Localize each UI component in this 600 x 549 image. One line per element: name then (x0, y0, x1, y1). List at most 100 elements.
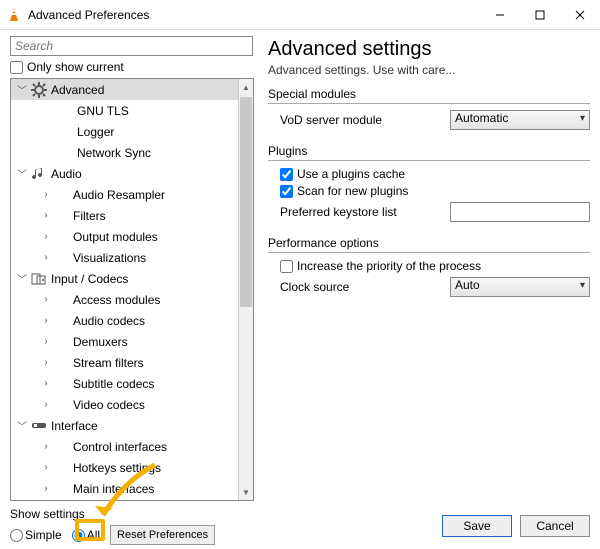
group-performance: Performance options Increase the priorit… (268, 236, 590, 301)
minimize-button[interactable] (480, 0, 520, 29)
tree-item-label: Advanced (51, 83, 104, 97)
tree-item-sfilters[interactable]: › Stream filters (11, 352, 238, 373)
page-title: Advanced settings (268, 38, 590, 61)
tree-item-logger[interactable]: Logger (11, 121, 238, 142)
scroll-up-button[interactable]: ▲ (239, 79, 253, 95)
window-buttons (480, 0, 600, 29)
only-show-current-checkbox[interactable]: Only show current (10, 60, 254, 74)
reset-preferences-button[interactable]: Reset Preferences (110, 525, 215, 545)
chevron-right-icon[interactable]: › (41, 232, 51, 242)
tree-item-ctrlif[interactable]: › Control interfaces (11, 436, 238, 457)
only-show-current-label: Only show current (27, 60, 124, 74)
tree-item-label: Output modules (73, 230, 158, 244)
tree-item-label: Logger (77, 125, 114, 139)
tree-item-netsync[interactable]: Network Sync (11, 142, 238, 163)
tree-item-filters[interactable]: › Filters (11, 205, 238, 226)
tree-item-label: Visualizations (73, 251, 146, 265)
increase-priority-checkbox[interactable]: Increase the priority of the process (280, 259, 590, 273)
vod-label: VoD server module (280, 113, 450, 127)
iface-icon (31, 418, 47, 434)
tree-item-resampler[interactable]: › Audio Resampler (11, 184, 238, 205)
tree-item-label: Stream filters (73, 356, 144, 370)
page-subtitle: Advanced settings. Use with care... (268, 63, 590, 77)
tree-item-label: GNU TLS (77, 104, 129, 118)
group-title-plugins: Plugins (268, 144, 590, 161)
save-button[interactable]: Save (442, 515, 512, 537)
settings-tree[interactable]: ﹀ Advanced GNU TLS Logger Network Sync ﹀ Audio… (10, 78, 254, 501)
chevron-right-icon[interactable]: › (41, 400, 51, 410)
tree-item-label: Video codecs (73, 398, 145, 412)
tree-item-label: Demuxers (73, 335, 128, 349)
chevron-down-icon[interactable]: ﹀ (17, 274, 27, 284)
clock-label: Clock source (280, 280, 450, 294)
tree-item-label: Control interfaces (73, 440, 167, 454)
tree-item-label: Audio codecs (73, 314, 145, 328)
tree-item-label: Hotkeys settings (73, 461, 161, 475)
search-input[interactable] (10, 36, 253, 56)
tree-item-hotkeys[interactable]: › Hotkeys settings (11, 457, 238, 478)
group-special-modules: Special modules VoD server module Automa… (268, 87, 590, 134)
tree-item-label: Input / Codecs (51, 272, 128, 286)
tree-item-demux[interactable]: › Demuxers (11, 331, 238, 352)
clock-select[interactable]: Auto (450, 277, 590, 297)
tree-scrollbar[interactable]: ▲ ▼ (238, 79, 253, 500)
chevron-right-icon[interactable]: › (41, 379, 51, 389)
tree-item-label: Audio (51, 167, 82, 181)
group-title-performance: Performance options (268, 236, 590, 253)
titlebar: Advanced Preferences (0, 0, 600, 30)
chevron-right-icon[interactable]: › (41, 295, 51, 305)
scroll-thumb[interactable] (240, 97, 252, 307)
chevron-right-icon[interactable]: › (41, 211, 51, 221)
chevron-down-icon[interactable]: ﹀ (17, 85, 27, 95)
tree-item-mainif[interactable]: › Main interfaces (11, 478, 238, 499)
keystore-input[interactable] (450, 202, 590, 222)
show-settings-label: Show settings (10, 507, 254, 521)
radio-simple[interactable]: Simple (10, 528, 62, 542)
tree-item-outmods[interactable]: › Output modules (11, 226, 238, 247)
use-plugins-cache-checkbox[interactable]: Use a plugins cache (280, 167, 590, 181)
group-plugins: Plugins Use a plugins cache Scan for new… (268, 144, 590, 226)
tree-item-label: Network Sync (77, 146, 151, 160)
right-pane: Advanced settings Advanced settings. Use… (258, 30, 600, 549)
chevron-right-icon[interactable]: › (41, 484, 51, 494)
tree-item-advanced[interactable]: ﹀ Advanced (11, 79, 238, 100)
chevron-right-icon[interactable]: › (41, 358, 51, 368)
tree-item-vcodec[interactable]: › Video codecs (11, 394, 238, 415)
tree-item-label: Interface (51, 419, 98, 433)
tree-item-playlist[interactable]: ﹀Playlist (11, 499, 238, 500)
left-pane: Only show current ﹀ Advanced GNU TLS Logger… (0, 30, 258, 549)
tree-item-vis[interactable]: › Visualizations (11, 247, 238, 268)
chevron-right-icon[interactable]: › (41, 337, 51, 347)
tree-item-label: Access modules (73, 293, 160, 307)
group-title-special: Special modules (268, 87, 590, 104)
chevron-down-icon[interactable]: ﹀ (17, 169, 27, 179)
close-button[interactable] (560, 0, 600, 29)
only-show-current-input[interactable] (10, 61, 23, 74)
chevron-right-icon[interactable]: › (41, 463, 51, 473)
tree-item-acodec[interactable]: › Audio codecs (11, 310, 238, 331)
chevron-right-icon[interactable]: › (41, 190, 51, 200)
gear-icon (31, 82, 47, 98)
chevron-right-icon[interactable]: › (41, 316, 51, 326)
tree-item-label: Main interfaces (73, 482, 154, 496)
vod-select[interactable]: Automatic (450, 110, 590, 130)
tree-item-label: Subtitle codecs (73, 377, 154, 391)
radio-all[interactable]: All (72, 528, 100, 542)
scan-new-plugins-checkbox[interactable]: Scan for new plugins (280, 184, 590, 198)
tree-item-subcodec[interactable]: › Subtitle codecs (11, 373, 238, 394)
tree-item-label: Filters (73, 209, 106, 223)
tree-item-iface[interactable]: ﹀ Interface (11, 415, 238, 436)
tree-item-gnutls[interactable]: GNU TLS (11, 100, 238, 121)
vlc-icon (6, 7, 22, 23)
chevron-down-icon[interactable]: ﹀ (17, 421, 27, 431)
tree-item-input[interactable]: ﹀ Input / Codecs (11, 268, 238, 289)
tree-item-access[interactable]: › Access modules (11, 289, 238, 310)
cancel-button[interactable]: Cancel (520, 515, 590, 537)
tree-item-label: Audio Resampler (73, 188, 165, 202)
chevron-right-icon[interactable]: › (41, 442, 51, 452)
chevron-right-icon[interactable]: › (41, 253, 51, 263)
tree-item-audio[interactable]: ﹀ Audio (11, 163, 238, 184)
scroll-down-button[interactable]: ▼ (239, 484, 253, 500)
maximize-button[interactable] (520, 0, 560, 29)
audio-icon (31, 166, 47, 182)
